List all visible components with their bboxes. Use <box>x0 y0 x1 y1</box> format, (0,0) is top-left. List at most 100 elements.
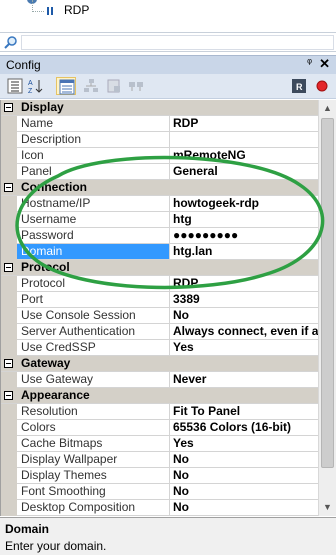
row-gutter <box>1 308 17 324</box>
alphabetical-button[interactable]: A Z <box>26 77 46 95</box>
property-value[interactable]: Yes <box>171 340 318 355</box>
row-gutter <box>1 420 17 436</box>
property-value[interactable]: RDP <box>171 116 318 131</box>
property-row[interactable]: Description <box>1 132 318 148</box>
property-name[interactable]: Display Themes <box>17 468 170 483</box>
property-name[interactable]: Description <box>17 132 170 147</box>
property-row[interactable]: Hostname/IP howtogeek-rdp <box>1 196 318 212</box>
property-value[interactable]: No <box>171 452 318 467</box>
property-row[interactable]: Display Themes No <box>1 468 318 484</box>
property-row[interactable]: Use Gateway Never <box>1 372 318 388</box>
property-value[interactable]: Never <box>171 372 318 387</box>
property-name[interactable]: Panel <box>17 164 170 179</box>
property-name[interactable]: Resolution <box>17 404 170 419</box>
category-row[interactable]: Display <box>1 100 318 116</box>
property-row[interactable]: Panel General <box>1 164 318 180</box>
property-value[interactable]: htg.lan <box>171 244 318 259</box>
property-value[interactable]: ●●●●●●●●● <box>171 228 318 243</box>
row-gutter <box>1 452 17 468</box>
property-row[interactable]: Port 3389 <box>1 292 318 308</box>
scroll-up-icon[interactable]: ▲ <box>319 100 336 117</box>
property-value[interactable]: General <box>171 164 318 179</box>
property-row[interactable]: Protocol RDP <box>1 276 318 292</box>
property-value[interactable]: No <box>171 484 318 499</box>
property-row[interactable]: Server Authentication Always connect, eve… <box>1 324 318 340</box>
property-name[interactable]: Desktop Composition <box>17 500 170 515</box>
property-value[interactable]: Fit To Panel <box>171 404 318 419</box>
row-gutter <box>1 212 17 228</box>
property-name[interactable]: Protocol <box>17 276 170 291</box>
tree-node-rdp[interactable]: RDP <box>62 3 91 17</box>
category-row[interactable]: Protocol <box>1 260 318 276</box>
property-value[interactable]: No <box>171 308 318 323</box>
scroll-thumb[interactable] <box>321 118 334 468</box>
category-row[interactable]: Connection <box>1 180 318 196</box>
red-circle-button[interactable] <box>312 77 332 95</box>
property-row[interactable]: Use Console Session No <box>1 308 318 324</box>
property-name[interactable]: Use Console Session <box>17 308 170 323</box>
property-value[interactable]: 65536 Colors (16-bit) <box>171 420 318 435</box>
collapse-icon[interactable] <box>4 103 13 112</box>
collapse-icon[interactable] <box>4 359 13 368</box>
property-value[interactable]: No <box>171 468 318 483</box>
property-value[interactable]: htg <box>171 212 318 227</box>
property-name[interactable]: Display Wallpaper <box>17 452 170 467</box>
category-row[interactable]: Appearance <box>1 388 318 404</box>
row-gutter <box>1 468 17 484</box>
property-row[interactable]: Resolution Fit To Panel <box>1 404 318 420</box>
property-name[interactable]: Hostname/IP <box>17 196 170 211</box>
property-name[interactable]: Use CredSSP <box>17 340 170 355</box>
property-value[interactable] <box>171 132 318 147</box>
row-gutter <box>1 484 17 500</box>
property-value[interactable]: RDP <box>171 276 318 291</box>
property-name[interactable]: Use Gateway <box>17 372 170 387</box>
property-row[interactable]: Username htg <box>1 212 318 228</box>
property-value[interactable]: Always connect, even if a <box>171 324 318 339</box>
property-name[interactable]: Server Authentication <box>17 324 170 339</box>
row-gutter <box>1 116 17 132</box>
property-value[interactable]: Yes <box>171 436 318 451</box>
collapse-icon[interactable] <box>4 263 13 272</box>
close-icon[interactable]: ✕ <box>319 56 330 72</box>
property-value[interactable]: No <box>171 500 318 515</box>
property-name[interactable]: Cache Bitmaps <box>17 436 170 451</box>
property-row[interactable]: Icon mRemoteNG <box>1 148 318 164</box>
property-row[interactable]: Desktop Composition No <box>1 500 318 516</box>
collapse-icon[interactable] <box>4 183 13 192</box>
property-row[interactable]: Password ●●●●●●●●● <box>1 228 318 244</box>
row-gutter <box>1 196 17 212</box>
property-row[interactable]: Font Smoothing No <box>1 484 318 500</box>
config-toolbar: A Z R <box>0 74 336 99</box>
categorized-button[interactable] <box>5 77 25 95</box>
property-row[interactable]: Cache Bitmaps Yes <box>1 436 318 452</box>
inheritance-button[interactable] <box>81 77 101 95</box>
property-row[interactable]: Name RDP <box>1 116 318 132</box>
scroll-down-icon[interactable]: ▼ <box>319 499 336 516</box>
property-row[interactable]: Colors 65536 Colors (16-bit) <box>1 420 318 436</box>
property-row[interactable]: Display Wallpaper No <box>1 452 318 468</box>
property-name[interactable]: Domain <box>17 244 170 259</box>
property-row[interactable]: Domain htg.lan <box>1 244 318 260</box>
property-row[interactable]: Use CredSSP Yes <box>1 340 318 356</box>
pin-icon[interactable]: ᵠ <box>307 57 312 69</box>
collapse-icon[interactable] <box>4 391 13 400</box>
property-name[interactable]: Port <box>17 292 170 307</box>
properties-button[interactable] <box>56 77 76 95</box>
host-status-button[interactable]: R <box>289 77 309 95</box>
property-name[interactable]: Font Smoothing <box>17 484 170 499</box>
property-name[interactable]: Password <box>17 228 170 243</box>
property-value[interactable]: mRemoteNG <box>171 148 318 163</box>
property-value[interactable]: howtogeek-rdp <box>171 196 318 211</box>
vertical-scrollbar[interactable]: ▲ ▼ <box>318 100 336 516</box>
property-name[interactable]: Username <box>17 212 170 227</box>
property-value[interactable]: 3389 <box>171 292 318 307</box>
red-circle-icon <box>316 80 328 92</box>
svg-text:Z: Z <box>28 88 33 94</box>
category-row[interactable]: Gateway <box>1 356 318 372</box>
property-name[interactable]: Name <box>17 116 170 131</box>
default-properties-button[interactable] <box>126 77 146 95</box>
search-input[interactable] <box>21 35 334 50</box>
default-inheritance-button[interactable] <box>104 77 124 95</box>
property-name[interactable]: Colors <box>17 420 170 435</box>
property-name[interactable]: Icon <box>17 148 170 163</box>
